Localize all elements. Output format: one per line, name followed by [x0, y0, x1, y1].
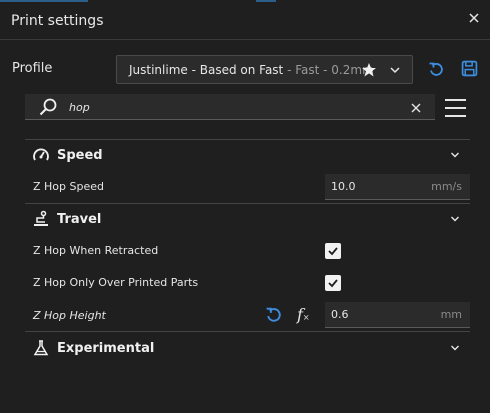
undo-icon[interactable]	[265, 306, 282, 323]
window-title: Print settings	[11, 13, 104, 29]
z-hop-speed-value: 10.0	[331, 180, 356, 193]
profile-dropdown[interactable]: Justinlime - Based on Fast - Fast - 0.2m…	[116, 55, 413, 84]
z-hop-speed-unit: mm/s	[431, 180, 462, 193]
chevron-down-icon[interactable]	[450, 214, 460, 224]
flask-icon	[33, 340, 49, 356]
hamburger-menu-icon[interactable]	[445, 98, 466, 118]
checkmark-icon	[328, 279, 338, 288]
z-hop-height-input[interactable]: 0.6 mm	[325, 302, 470, 328]
z-hop-height-label: Z Hop Height	[33, 309, 106, 322]
search-icon	[39, 98, 57, 116]
z-hop-only-over-printed-label: Z Hop Only Over Printed Parts	[33, 276, 199, 289]
chevron-down-icon[interactable]	[389, 64, 401, 76]
z-hop-height-value: 0.6	[331, 308, 349, 321]
z-hop-when-retracted-checkbox[interactable]	[325, 243, 341, 259]
chevron-down-icon[interactable]	[450, 150, 460, 160]
settings-search-field[interactable]	[25, 94, 435, 120]
title-bar: Print settings	[0, 2, 490, 40]
z-hop-speed-label: Z Hop Speed	[33, 180, 104, 193]
save-icon[interactable]	[461, 60, 478, 77]
section-speed-title: Speed	[57, 148, 103, 163]
section-experimental[interactable]: Experimental	[25, 334, 470, 362]
checkmark-icon	[328, 247, 338, 256]
speedometer-icon	[33, 148, 49, 161]
divider	[25, 331, 470, 332]
profile-label: Profile	[12, 61, 53, 76]
profile-selected-value: Justinlime - Based on Fast - Fast - 0.2m…	[129, 63, 374, 77]
search-input[interactable]	[69, 98, 389, 116]
z-hop-height-unit: mm	[440, 308, 462, 321]
close-icon[interactable]	[468, 12, 480, 24]
section-travel-title: Travel	[57, 212, 102, 227]
divider	[25, 203, 470, 204]
section-travel[interactable]: Travel	[25, 205, 470, 233]
undo-icon[interactable]	[428, 61, 444, 77]
z-hop-when-retracted-label: Z Hop When Retracted	[33, 244, 159, 257]
z-hop-only-over-printed-checkbox[interactable]	[325, 275, 341, 291]
star-icon[interactable]	[361, 62, 377, 78]
divider	[25, 139, 470, 140]
chevron-down-icon[interactable]	[450, 343, 460, 353]
section-speed[interactable]: Speed	[25, 141, 470, 169]
profile-name: Justinlime - Based on Fast	[129, 63, 284, 77]
clear-search-icon[interactable]	[411, 103, 421, 113]
section-experimental-title: Experimental	[57, 341, 155, 356]
formula-icon[interactable]: f×	[297, 305, 310, 324]
z-hop-speed-input[interactable]: 10.0 mm/s	[325, 174, 470, 200]
travel-icon	[34, 210, 48, 226]
